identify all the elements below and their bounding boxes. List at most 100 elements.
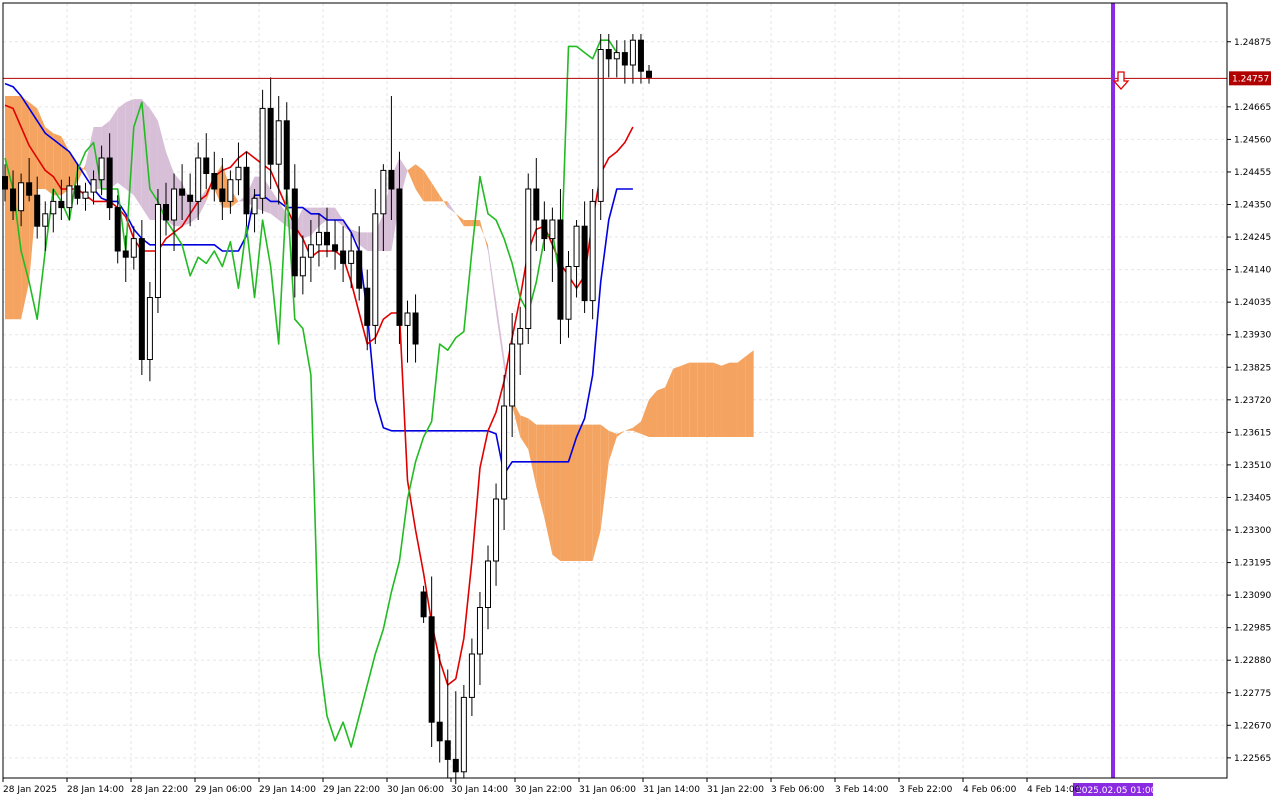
candle-bullish <box>195 157 202 202</box>
candle-bullish <box>629 39 636 66</box>
candle-bearish <box>203 157 210 174</box>
candle-bullish <box>66 185 73 209</box>
x-tick-label: 28 Jan 2025 <box>3 785 57 795</box>
candle-bullish <box>485 560 491 608</box>
candle-bullish <box>259 107 266 199</box>
candle-bearish <box>267 107 274 165</box>
candle-bullish <box>573 225 580 267</box>
y-tick-label: 1.24245 <box>1234 233 1271 243</box>
kumo-bullish-segment <box>616 430 625 437</box>
candle-bearish <box>332 244 339 252</box>
y-tick-label: 1.23300 <box>1234 526 1271 536</box>
kumo-bullish-segment <box>705 362 714 437</box>
candle-bearish <box>243 166 250 215</box>
x-tick-label: 31 Jan 06:00 <box>579 785 636 795</box>
time-marker-label: 2025.02.05 01:00 <box>1076 786 1157 796</box>
candle-bullish <box>82 191 89 199</box>
y-tick-label: 1.22565 <box>1234 754 1271 764</box>
candle-bearish <box>340 250 347 264</box>
candle-bullish <box>50 200 57 215</box>
kumo-bullish-segment <box>423 170 432 202</box>
candle-bearish <box>74 185 81 199</box>
y-tick-label: 1.22775 <box>1234 689 1271 699</box>
kumo-bullish-segment <box>673 365 682 437</box>
candle-bullish <box>299 256 306 277</box>
x-tick-label: 30 Jan 22:00 <box>515 785 572 795</box>
kumo-bullish-segment <box>608 430 617 462</box>
kumo-bullish-segment <box>657 387 666 437</box>
candle-bearish <box>637 39 644 72</box>
kumo-bullish-segment <box>520 415 529 450</box>
candle-bullish <box>307 244 314 258</box>
y-tick-label: 1.23720 <box>1234 396 1271 406</box>
x-tick-label: 29 Jan 14:00 <box>259 785 316 795</box>
kumo-bullish-segment <box>745 350 754 437</box>
candle-bullish <box>98 157 105 181</box>
y-tick-label: 1.22670 <box>1234 721 1271 731</box>
candle-bearish <box>533 188 540 221</box>
y-tick-label: 1.24560 <box>1234 135 1271 145</box>
x-tick-label: 3 Feb 22:00 <box>899 785 953 795</box>
candle-bearish <box>114 207 121 252</box>
candle-bearish <box>187 194 194 202</box>
candle-bullish <box>476 607 483 655</box>
candle-bearish <box>581 225 588 302</box>
candle-bearish <box>412 312 419 345</box>
candle-bullish <box>251 197 258 215</box>
kumo-bullish-segment <box>552 424 561 561</box>
kumo-bullish-segment <box>463 220 472 227</box>
candle-bullish <box>565 266 572 320</box>
kumo-bullish-segment <box>584 424 593 561</box>
candle-bullish <box>493 498 500 562</box>
kumo-bullish-segment <box>681 362 690 437</box>
kumo-bearish-segment <box>335 207 344 227</box>
candle-bullish <box>372 213 379 326</box>
kumo-bullish-segment <box>697 362 706 437</box>
candle-bullish <box>18 182 25 212</box>
y-tick-label: 1.22880 <box>1234 656 1271 666</box>
candle-bullish <box>348 250 355 264</box>
kumo-bullish-segment <box>528 418 537 487</box>
candle-bearish <box>646 70 652 78</box>
candle-bullish <box>517 328 524 345</box>
candle-bullish <box>597 49 604 202</box>
y-tick-label: 1.23825 <box>1234 363 1271 373</box>
candle-bearish <box>138 238 145 361</box>
candle-bearish <box>541 219 548 240</box>
candle-bearish <box>605 49 612 60</box>
kumo-bullish-segment <box>689 362 698 437</box>
candle-bearish <box>356 250 363 289</box>
kumo-bullish-segment <box>729 362 738 437</box>
kumo-bullish-segment <box>455 213 464 227</box>
candle-bearish <box>396 188 403 326</box>
y-tick-label: 1.24350 <box>1234 201 1271 211</box>
axes: 1.24875 1.24665 1.24560 1.24455 1.24350 1.242… <box>2 2 1271 795</box>
kumo-bullish-segment <box>576 424 585 561</box>
kumo-bearish-segment <box>327 207 336 220</box>
current-price-label: 1.24757 <box>1232 74 1269 84</box>
x-tick-label: 30 Jan 06:00 <box>387 785 444 795</box>
kumo-bullish-segment <box>568 424 577 561</box>
kumo-bearish-segment <box>117 102 126 189</box>
kumo-bearish-segment <box>447 201 456 214</box>
candle-bullish <box>235 166 242 181</box>
kumo-bullish-segment <box>640 399 649 437</box>
candle-bearish <box>58 200 65 209</box>
candle-bearish <box>420 591 427 618</box>
candle-bearish <box>452 758 459 773</box>
candle-bullish <box>525 188 532 329</box>
candle-bullish <box>171 188 178 221</box>
kumo-bullish-segment <box>415 164 424 202</box>
candle-bullish <box>589 200 596 302</box>
candle-bullish <box>90 179 97 193</box>
kumo-bullish-segment <box>665 368 674 437</box>
kumo-bullish-segment <box>624 427 633 431</box>
candle-bearish <box>219 188 226 202</box>
candle-bearish <box>428 616 435 723</box>
kumo-bullish-segment <box>536 424 545 518</box>
kumo-bullish-segment <box>649 390 658 437</box>
y-tick-label: 1.23615 <box>1234 428 1271 438</box>
candle-bearish <box>621 52 628 66</box>
candle-bearish <box>388 169 395 190</box>
y-tick-label: 1.24665 <box>1234 103 1271 113</box>
